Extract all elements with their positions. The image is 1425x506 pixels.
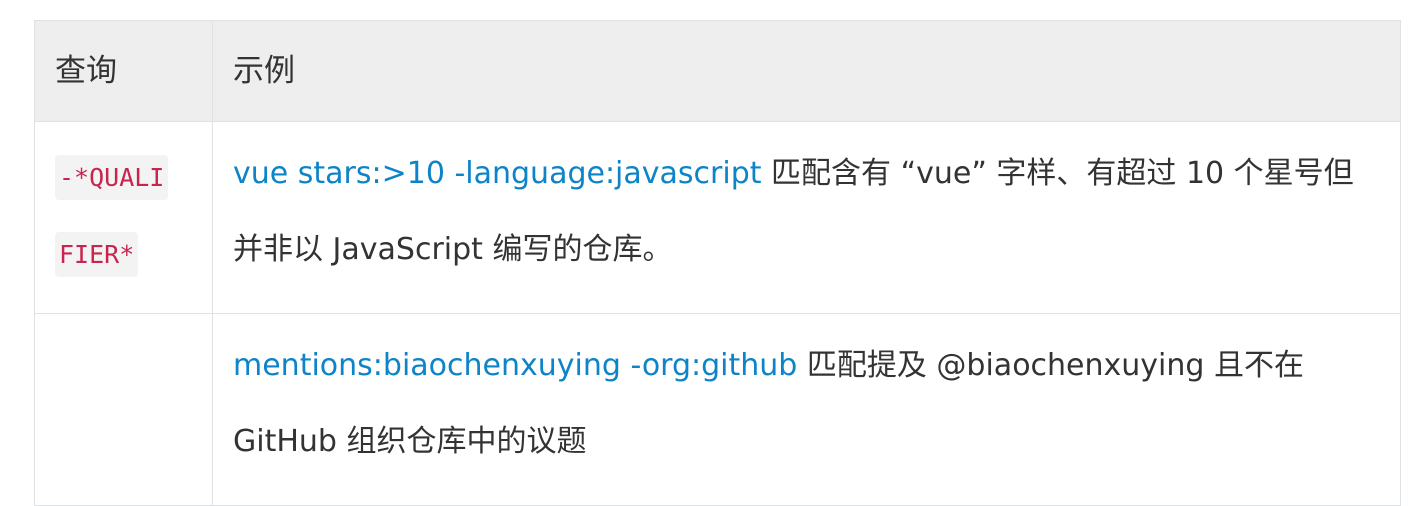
table-row: mentions:biaochenxuying -org:github 匹配提及… xyxy=(34,313,1401,506)
example-cell: vue stars:>10 -language:javascript 匹配含有 … xyxy=(212,121,1401,314)
header-example-label: 示例 xyxy=(233,53,295,89)
qualifier-wrap: -*QUALIFIER* xyxy=(55,139,177,293)
header-example: 示例 xyxy=(212,20,1401,122)
qualifier-cell xyxy=(34,313,213,506)
header-query: 查询 xyxy=(34,20,213,122)
table-row: -*QUALIFIER* vue stars:>10 -language:jav… xyxy=(34,121,1401,314)
header-query-label: 查询 xyxy=(55,53,117,89)
example-search-link[interactable]: mentions:biaochenxuying -org:github xyxy=(233,348,797,383)
search-syntax-table: 查询 示例 -*QUALIFIER* vue stars:>10 -langua… xyxy=(34,20,1401,506)
table-header-row: 查询 示例 xyxy=(34,20,1401,122)
example-search-link[interactable]: vue stars:>10 -language:javascript xyxy=(233,156,762,191)
qualifier-code: -*QUALIFIER* xyxy=(55,155,169,277)
qualifier-cell: -*QUALIFIER* xyxy=(34,121,213,314)
example-cell: mentions:biaochenxuying -org:github 匹配提及… xyxy=(212,313,1401,506)
